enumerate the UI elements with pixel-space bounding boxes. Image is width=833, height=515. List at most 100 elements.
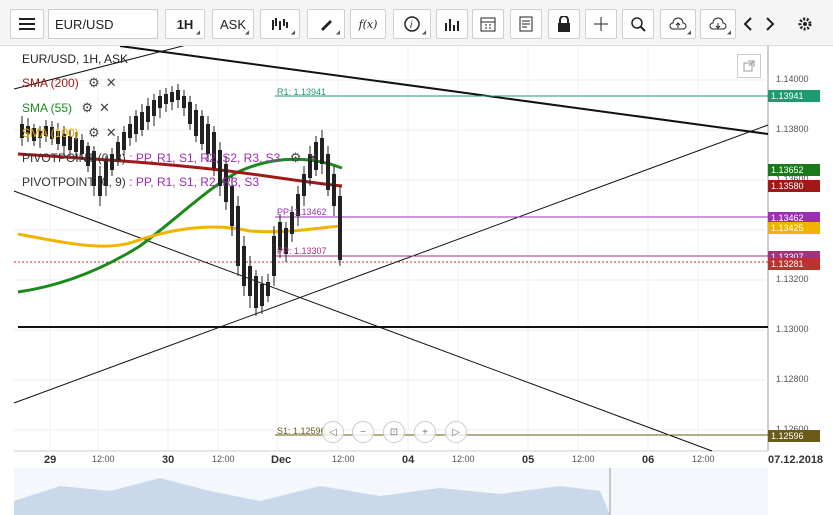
scroll-right-button[interactable]: ▷ [445, 421, 467, 443]
chevron-left-icon [743, 17, 752, 31]
document-button[interactable] [510, 9, 542, 39]
candle-body [326, 154, 330, 190]
legend-sma100: SMA (100) ⚙ ✕ [22, 125, 117, 141]
candle-body [236, 206, 240, 266]
download-button[interactable] [700, 9, 736, 39]
zoom-in-button[interactable]: + [414, 421, 436, 443]
pivot2-levels: : PP, R1, S1, R2, R3, S3 [129, 175, 259, 189]
svg-text:i: i [410, 20, 413, 31]
chart-style-button[interactable] [260, 9, 300, 39]
zoom-icon [631, 17, 646, 32]
pp2-level-label: PP: 1.13307 [277, 246, 327, 256]
indicators-button[interactable]: f(x) [350, 9, 386, 39]
price-type-button[interactable]: ASK [212, 9, 254, 39]
x-tick-label: 12:00 [212, 454, 235, 464]
upload-button[interactable] [660, 9, 696, 39]
crosshair-button[interactable] [585, 9, 617, 39]
candle-body [128, 124, 132, 138]
sma100-label: SMA (100) [22, 126, 79, 140]
x-tick-label: 29 [44, 454, 57, 466]
zoom-button[interactable] [622, 9, 654, 39]
price-type-label: ASK [219, 16, 246, 32]
gear-icon[interactable]: ⚙ [81, 100, 93, 116]
timeframe-button[interactable]: 1H [165, 9, 205, 39]
candle-body [146, 106, 150, 122]
zoom-out-button[interactable]: − [352, 421, 374, 443]
bar-chart-style-icon [272, 18, 288, 30]
chevron-right-icon [766, 17, 775, 31]
candle-body [182, 96, 186, 108]
y-tick-label: 1.14000 [776, 74, 809, 84]
gear-icon[interactable]: ⚙ [88, 125, 100, 141]
candle-body [176, 90, 180, 100]
volume-bars-icon [445, 19, 459, 31]
volume-button[interactable] [436, 9, 468, 39]
price-label: 1.13941 [768, 90, 820, 102]
lock-button[interactable] [548, 9, 580, 39]
toolbar: 1H ASK f(x) i [0, 0, 833, 46]
y-tick-label: 1.13000 [776, 324, 809, 334]
legend-pivot2: PIVOTPOINT (0, 9) : PP, R1, S1, R2, R3, … [22, 175, 259, 189]
candle-body [266, 282, 270, 296]
price-label: 1.13652 [768, 164, 820, 176]
price-chart[interactable] [0, 46, 833, 515]
prev-button[interactable] [738, 9, 758, 39]
close-icon[interactable]: ✕ [106, 75, 117, 91]
close-icon[interactable]: ✕ [307, 150, 318, 166]
chart-area[interactable]: EUR/USD, 1H, ASK SMA (200) ⚙ ✕ SMA (55) ⚙… [0, 46, 833, 515]
x-tick-label: 12:00 [572, 454, 595, 464]
expand-icon [743, 60, 755, 72]
draw-button[interactable] [307, 9, 345, 39]
gear-icon[interactable]: ⚙ [290, 150, 302, 166]
menu-button[interactable] [10, 9, 44, 39]
settings-button[interactable] [792, 9, 818, 39]
sma55-label: SMA (55) [22, 101, 73, 115]
calendar-icon [480, 17, 496, 32]
pivot1-label: PIVOTPOINT (0, 8) [22, 151, 126, 165]
lock-icon [558, 16, 570, 32]
x-tick-label: 07.12.2018 [768, 454, 824, 466]
price-label: 1.13425 [768, 222, 820, 234]
expand-button[interactable] [737, 54, 761, 78]
r1-level-label: R1: 1.13941 [277, 87, 327, 97]
price-label: 1.13281 [768, 258, 820, 270]
function-icon: f(x) [358, 17, 378, 31]
candle-body [200, 116, 204, 144]
document-icon [519, 16, 533, 32]
calendar-button[interactable] [472, 9, 504, 39]
x-tick-label: 12:00 [332, 454, 355, 464]
x-tick-label: 12:00 [692, 454, 715, 464]
next-button[interactable] [760, 9, 780, 39]
price-label: 1.13580 [768, 180, 820, 192]
x-tick-label: Dec [271, 454, 292, 466]
candle-body [302, 174, 306, 196]
info-button[interactable]: i [393, 9, 431, 39]
s1-level-label: S1: 1.12596 [277, 426, 326, 436]
candle-body [260, 284, 264, 306]
hamburger-icon [19, 18, 35, 30]
candle-body [170, 92, 174, 102]
close-icon[interactable]: ✕ [106, 125, 117, 141]
candle-body [248, 266, 252, 296]
crosshair-icon [594, 17, 608, 31]
scroll-left-button[interactable]: ◁ [322, 421, 344, 443]
symbol-input[interactable] [48, 9, 158, 39]
x-tick-label: 12:00 [92, 454, 115, 464]
pivot1-levels: : PP, R1, S1, R2, S2, R3, S3 [129, 151, 281, 165]
candle-body [164, 94, 168, 104]
price-label: 1.12596 [768, 430, 820, 442]
download-cloud-icon [709, 17, 727, 30]
x-tick-label: 12:00 [452, 454, 475, 464]
candle-body [188, 102, 192, 124]
draw-pencil-icon [321, 20, 332, 31]
legend-sma55: SMA (55) ⚙ ✕ [22, 100, 110, 116]
candle-body [338, 196, 342, 260]
x-tick-label: 06 [642, 454, 655, 466]
candle-body [134, 116, 138, 134]
candle-body [254, 276, 258, 308]
gear-icon[interactable]: ⚙ [88, 75, 100, 91]
fit-button[interactable]: ⊡ [383, 421, 405, 443]
candle-body [332, 174, 336, 206]
close-icon[interactable]: ✕ [99, 100, 110, 116]
candle-body [122, 132, 126, 150]
